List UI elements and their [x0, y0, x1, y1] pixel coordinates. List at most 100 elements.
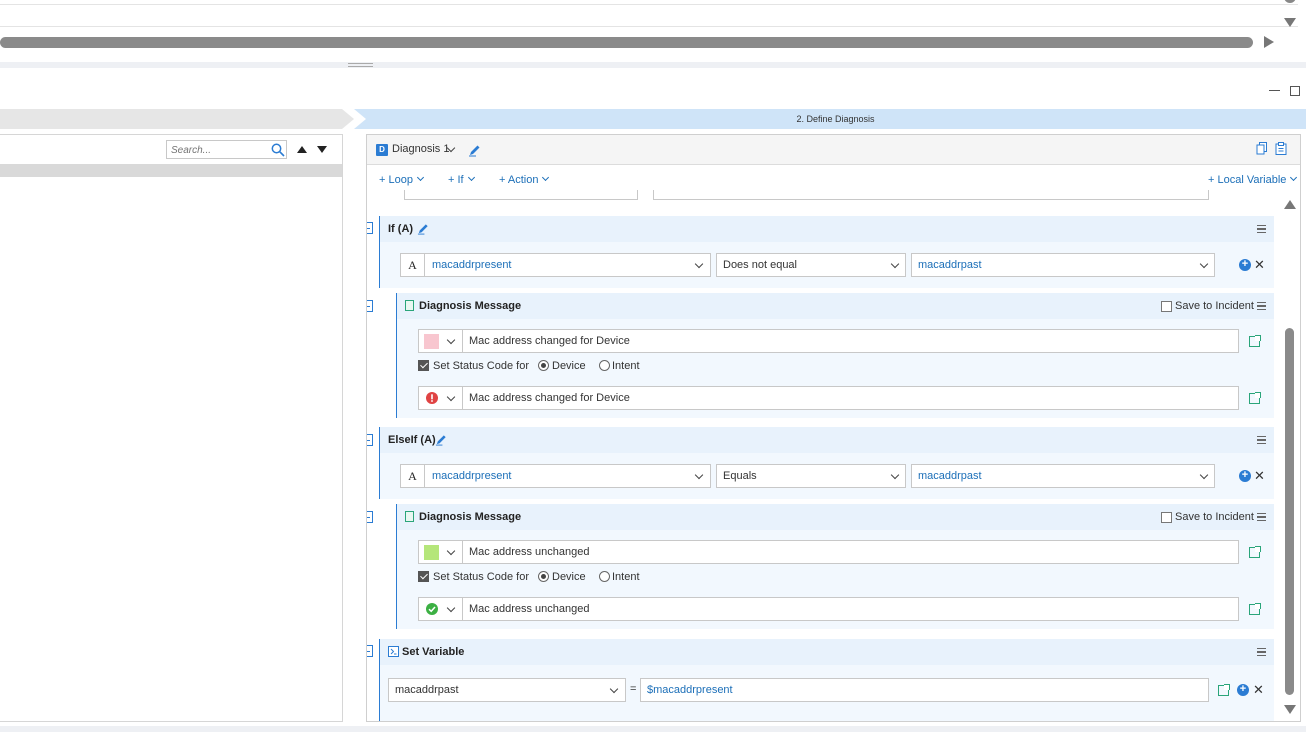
remove-condition-icon[interactable]: ✕ — [1254, 469, 1265, 482]
save-to-incident-checkbox[interactable] — [1161, 301, 1172, 312]
edit-pencil-icon[interactable] — [435, 433, 448, 446]
external-link-icon[interactable] — [1249, 546, 1261, 558]
color-picker[interactable] — [418, 329, 463, 353]
diagnosis-panel: D Diagnosis 1 + Loop + If + Action + Loc… — [366, 134, 1301, 722]
operator-select[interactable]: Does not equal — [716, 253, 906, 277]
clipped-field — [404, 190, 638, 200]
menu-icon[interactable] — [1257, 302, 1266, 310]
message-text: Mac address unchanged — [469, 546, 590, 558]
edit-pencil-icon[interactable] — [468, 143, 482, 157]
copy-icon[interactable] — [1256, 142, 1268, 155]
add-icon[interactable]: + — [1237, 684, 1249, 696]
horizontal-scrollbar-thumb[interactable] — [0, 37, 1253, 48]
menu-icon[interactable] — [1257, 513, 1266, 521]
sort-up-icon[interactable] — [297, 146, 307, 153]
remove-condition-icon[interactable]: ✕ — [1254, 258, 1265, 271]
collapse-set-variable-button[interactable] — [367, 645, 373, 657]
left-operand-select[interactable]: A macaddrpresent — [400, 464, 711, 488]
menu-icon[interactable] — [1257, 225, 1266, 233]
device-radio[interactable] — [538, 360, 549, 371]
maximize-icon[interactable] — [1290, 86, 1300, 96]
set-variable-title: Set Variable — [402, 646, 465, 658]
scroll-down-arrow-icon[interactable] — [1284, 705, 1296, 714]
add-if-button[interactable]: + If — [448, 173, 475, 186]
set-status-code-checkbox[interactable] — [418, 360, 429, 371]
variable-value: macaddrpast — [395, 684, 459, 696]
scroll-right-arrow-icon[interactable] — [1264, 36, 1274, 48]
diag-message-1-header: Diagnosis Message Save to Incident — [397, 293, 1274, 319]
paste-icon[interactable] — [1275, 142, 1287, 155]
save-to-incident-label: Save to Incident — [1175, 300, 1254, 312]
chevron-down-icon — [446, 603, 456, 613]
add-loop-button[interactable]: + Loop — [379, 173, 424, 186]
message-input[interactable]: Mac address changed for Device — [462, 329, 1239, 353]
step-chevron — [342, 109, 354, 129]
status-message-input[interactable]: Mac address unchanged — [462, 597, 1239, 621]
chevron-down-icon — [1290, 173, 1298, 182]
device-radio[interactable] — [538, 571, 549, 582]
external-link-icon[interactable] — [1218, 684, 1230, 696]
add-condition-icon[interactable]: + — [1239, 470, 1251, 482]
search-input[interactable] — [171, 143, 265, 157]
collapse-elseif-button[interactable] — [367, 434, 373, 446]
right-operand-select[interactable]: macaddrpast — [911, 253, 1215, 277]
edit-pencil-icon[interactable] — [417, 222, 430, 235]
list-header-row — [0, 164, 342, 177]
diag-message-2-body: Mac address unchanged Set Status Code fo… — [397, 530, 1274, 629]
left-operand-select[interactable]: A macaddrpresent — [400, 253, 711, 277]
operator-select[interactable]: Equals — [716, 464, 906, 488]
value-text: $macaddrpresent — [647, 684, 733, 696]
pane-splitter[interactable] — [0, 62, 1306, 68]
right-operand-value: macaddrpast — [918, 470, 982, 482]
splitter-grip-icon[interactable] — [348, 63, 373, 67]
external-link-icon[interactable] — [1249, 392, 1261, 404]
value-input[interactable]: $macaddrpresent — [640, 678, 1209, 702]
menu-icon[interactable] — [1257, 648, 1266, 656]
color-picker[interactable] — [418, 540, 463, 564]
set-status-code-checkbox[interactable] — [418, 571, 429, 582]
scroll-up-arrow-icon[interactable] — [1284, 200, 1296, 209]
step-1-bar[interactable] — [0, 109, 342, 129]
minimize-icon[interactable] — [1269, 90, 1280, 91]
collapse-message-button[interactable] — [367, 300, 373, 312]
add-loop-label: + Loop — [379, 174, 413, 186]
vertical-scrollbar-thumb[interactable] — [1285, 328, 1294, 695]
diagnosis-header: D Diagnosis 1 — [367, 135, 1300, 165]
left-operand-value: macaddrpresent — [432, 470, 512, 482]
intent-radio-label: Intent — [612, 571, 640, 583]
sort-down-icon[interactable] — [317, 146, 327, 153]
left-panel-header — [0, 135, 342, 164]
diagnosis-canvas: If (A) A macaddrpresent Does not equal m… — [367, 190, 1300, 721]
operator-value: Equals — [723, 470, 757, 482]
intent-radio[interactable] — [599, 571, 610, 582]
collapse-message-button[interactable] — [367, 511, 373, 523]
collapse-if-button[interactable] — [367, 222, 373, 234]
save-to-incident-checkbox[interactable] — [1161, 512, 1172, 523]
device-radio-label: Device — [552, 571, 586, 583]
search-icon[interactable] — [271, 143, 285, 157]
elseif-block-title: ElseIf (A) — [388, 434, 436, 446]
chevron-down-icon — [542, 173, 550, 182]
device-radio-label: Device — [552, 360, 586, 372]
add-action-button[interactable]: + Action — [499, 173, 550, 186]
status-message-input[interactable]: Mac address changed for Device — [462, 386, 1239, 410]
status-icon-picker[interactable] — [418, 597, 463, 621]
set-status-label: Set Status Code for — [433, 571, 529, 583]
external-link-icon[interactable] — [1249, 603, 1261, 615]
variable-select[interactable]: macaddrpast — [388, 678, 626, 702]
menu-icon[interactable] — [1257, 436, 1266, 444]
type-text-icon: A — [401, 254, 425, 276]
bottom-strip — [0, 726, 1306, 732]
message-input[interactable]: Mac address unchanged — [462, 540, 1239, 564]
add-local-variable-button[interactable]: + Local Variable — [1208, 173, 1298, 186]
right-operand-select[interactable]: macaddrpast — [911, 464, 1215, 488]
scroll-down-arrow-icon[interactable] — [1284, 18, 1296, 27]
search-box[interactable] — [166, 140, 287, 159]
chevron-down-icon — [1199, 470, 1209, 480]
add-condition-icon[interactable]: + — [1239, 259, 1251, 271]
status-icon-picker[interactable] — [418, 386, 463, 410]
diagnosis-name[interactable]: Diagnosis 1 — [392, 143, 449, 155]
intent-radio[interactable] — [599, 360, 610, 371]
external-link-icon[interactable] — [1249, 335, 1261, 347]
remove-icon[interactable]: ✕ — [1253, 683, 1264, 696]
